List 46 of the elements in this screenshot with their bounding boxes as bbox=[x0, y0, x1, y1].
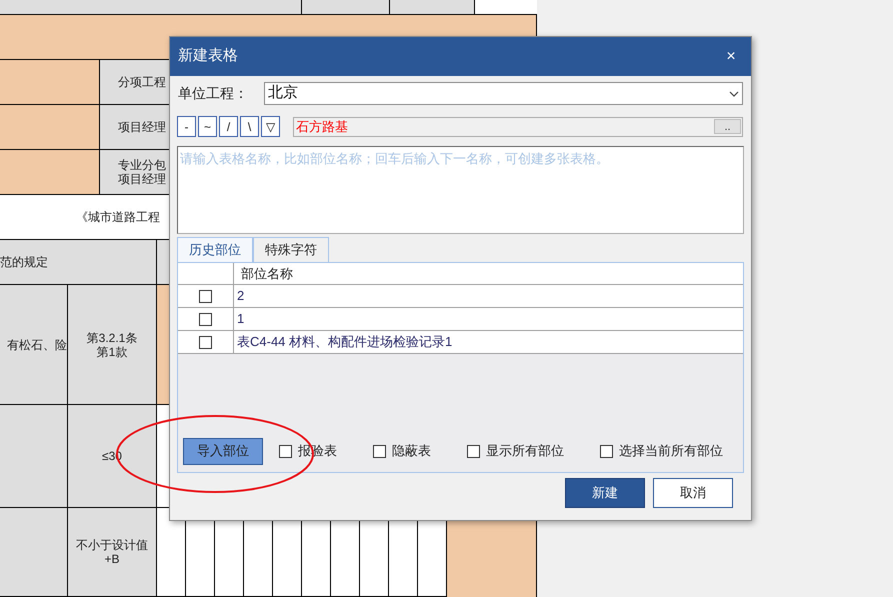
checkbox[interactable] bbox=[600, 444, 613, 458]
part-field[interactable]: 石方路基 .. bbox=[293, 116, 743, 136]
part-name: 1 bbox=[236, 310, 244, 328]
cancel-button[interactable]: 取消 bbox=[653, 478, 733, 508]
part-name: 2 bbox=[236, 287, 244, 306]
sheet-text: 不小于设计值 bbox=[76, 538, 148, 552]
table-row[interactable]: 1 bbox=[178, 308, 743, 331]
sheet-text: 第1款 bbox=[96, 344, 128, 358]
column-header: 部位名称 bbox=[240, 264, 293, 283]
option-label: 选择当前所有部位 bbox=[619, 442, 723, 460]
checkbox[interactable] bbox=[467, 444, 480, 458]
checkbox[interactable] bbox=[199, 290, 212, 302]
close-button[interactable]: × bbox=[719, 44, 743, 68]
sheet-text: 范的规定 bbox=[0, 254, 48, 271]
symbol-button[interactable]: \ bbox=[240, 116, 259, 137]
table-row[interactable]: 2 bbox=[178, 285, 743, 308]
symbol-button[interactable]: ▽ bbox=[261, 116, 280, 137]
option-label: 显示所有部位 bbox=[486, 442, 564, 460]
tab[interactable]: 历史部位 bbox=[177, 237, 253, 262]
field-label: 单位工程： bbox=[178, 84, 249, 103]
symbol-button[interactable]: ~ bbox=[198, 116, 217, 137]
import-parts-button[interactable]: 导入部位 bbox=[183, 438, 263, 464]
checkbox[interactable] bbox=[373, 444, 386, 458]
sheet-text: +B bbox=[104, 552, 120, 566]
sheet-text: 专业分包 bbox=[118, 158, 166, 172]
sheet-text: 分项工程 bbox=[118, 75, 166, 89]
part-name: 表C4-44 材料、构配件进场检验记录1 bbox=[236, 333, 452, 352]
table-name-input[interactable]: 请输入表格名称，比如部位名称；回车后输入下一名称，可创建多张表格。 bbox=[177, 146, 744, 234]
symbol-button[interactable]: - bbox=[177, 116, 196, 137]
checkbox[interactable] bbox=[279, 444, 292, 458]
browse-button[interactable]: .. bbox=[714, 119, 741, 134]
create-button[interactable]: 新建 bbox=[565, 478, 645, 508]
window-title: 新建表格 bbox=[178, 46, 238, 66]
sheet-text: 有松石、险 bbox=[7, 336, 67, 354]
sheet-text: 《城市道路工程 bbox=[76, 209, 160, 226]
table-row[interactable]: 表C4-44 材料、构配件进场检验记录1 bbox=[178, 331, 743, 354]
checkbox[interactable] bbox=[199, 336, 212, 348]
checkbox[interactable] bbox=[199, 312, 212, 326]
sheet-text: 第3.2.1条 bbox=[86, 330, 138, 344]
chevron-down-icon bbox=[729, 90, 739, 96]
symbol-button[interactable]: / bbox=[219, 116, 238, 137]
sheet-text: 项目经理 bbox=[118, 120, 166, 134]
option-label: 隐蔽表 bbox=[392, 442, 431, 460]
sheet-text: 项目经理 bbox=[118, 172, 166, 186]
unit-project-select[interactable]: 北京 bbox=[264, 82, 743, 105]
tab[interactable]: 特殊字符 bbox=[253, 237, 329, 262]
